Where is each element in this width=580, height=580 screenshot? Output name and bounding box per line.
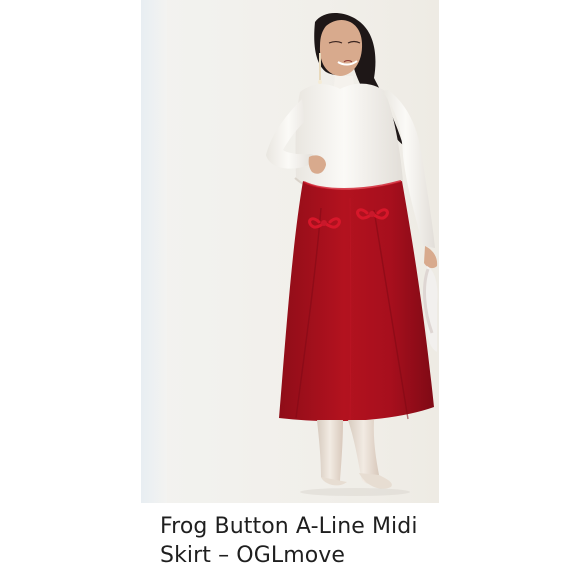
product-card[interactable]: Frog Button A-Line Midi Skirt – OGLmove: [0, 0, 580, 580]
product-title-line-1: Frog Button A-Line Midi: [160, 514, 418, 539]
product-result-page: Frog Button A-Line Midi Skirt – OGLmove: [0, 0, 580, 580]
white-top: [295, 83, 403, 193]
product-title[interactable]: Frog Button A-Line Midi Skirt – OGLmove: [160, 512, 520, 570]
product-image[interactable]: [141, 0, 439, 503]
product-title-line-2: Skirt – OGLmove: [160, 543, 346, 568]
product-photo-illustration: [141, 0, 439, 503]
image-edge: [141, 0, 167, 503]
